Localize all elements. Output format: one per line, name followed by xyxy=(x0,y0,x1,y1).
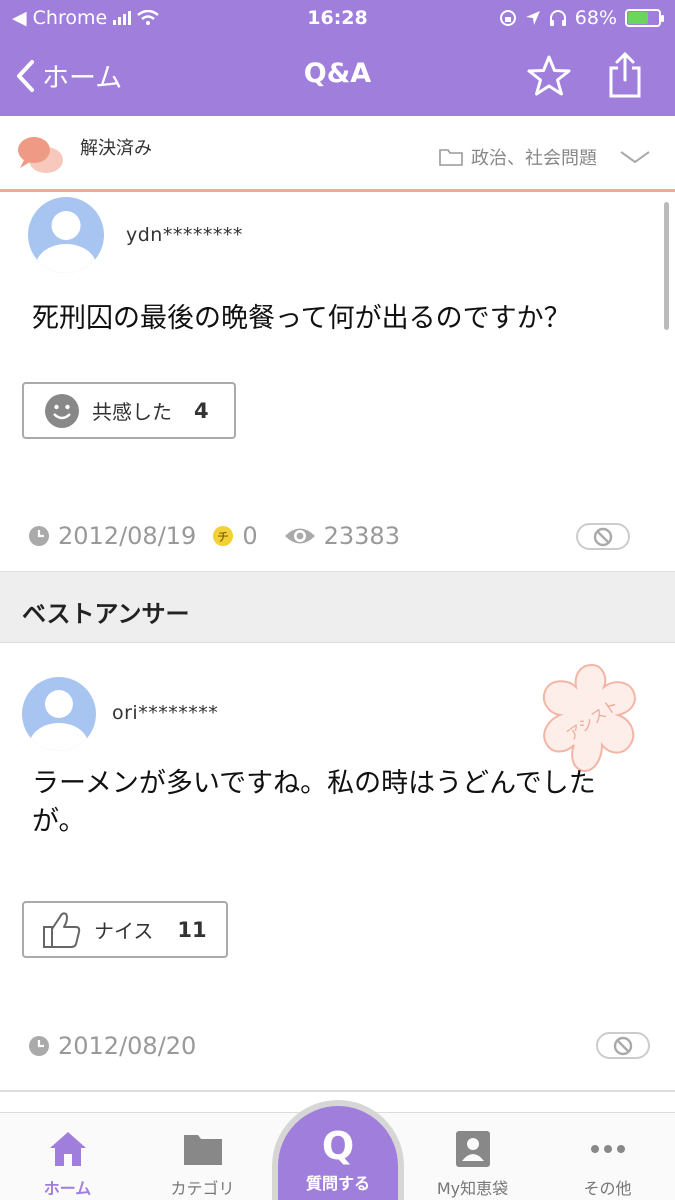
orientation-lock-icon xyxy=(499,10,516,26)
chevron-down-icon xyxy=(620,151,650,164)
tab-home[interactable]: ホーム xyxy=(0,1113,135,1200)
empathy-label: 共感した xyxy=(92,400,172,424)
q-icon: Q xyxy=(321,1124,355,1168)
thumbs-up-icon xyxy=(43,911,81,948)
more-dots-icon xyxy=(590,1145,625,1153)
report-button[interactable] xyxy=(596,1032,650,1059)
chat-bubbles-icon xyxy=(18,137,63,173)
category-label: 政治、社会問題 xyxy=(471,148,597,169)
question-meta: 2012/08/19 チ 0 23383 xyxy=(28,522,400,550)
battery-fill xyxy=(628,12,649,24)
answer-text: ラーメンが多いですね。私の時はうどんでしたが。 xyxy=(32,768,596,837)
empathy-count: 4 xyxy=(194,398,209,423)
asker-avatar[interactable] xyxy=(28,197,104,273)
nice-count: 11 xyxy=(177,917,207,942)
tab-other-label: その他 xyxy=(583,1179,632,1198)
svg-text:チ: チ xyxy=(217,530,229,544)
question-text: 死刑囚の最後の晩餐って何が出るのですか？ xyxy=(32,303,571,334)
star-icon[interactable] xyxy=(527,54,571,98)
clock-icon xyxy=(29,1036,49,1056)
tab-home-label: ホーム xyxy=(43,1179,92,1198)
view-count: 23383 xyxy=(323,522,400,550)
tab-category[interactable]: カテゴリ xyxy=(135,1113,270,1200)
nice-button[interactable]: ナイス 11 xyxy=(22,901,228,958)
assist-stamp-icon: アシスト xyxy=(542,663,636,773)
clock-icon xyxy=(29,526,49,546)
question-date: 2012/08/19 xyxy=(58,522,197,550)
report-button[interactable] xyxy=(576,523,630,550)
smiley-icon xyxy=(45,393,79,428)
best-answer-header: ベストアンサー xyxy=(0,571,675,643)
best-answer-label: ベストアンサー xyxy=(22,600,190,628)
folder-icon xyxy=(183,1135,222,1165)
status-bar: ◀ Chrome 16:28 68% xyxy=(0,0,675,38)
folder-icon xyxy=(439,149,463,166)
tab-other[interactable]: その他 xyxy=(540,1113,675,1200)
asker-username[interactable]: ydn******** xyxy=(126,224,243,246)
nice-label: ナイス xyxy=(94,919,154,943)
battery-icon xyxy=(625,9,664,27)
app-header: ◀ Chrome 16:28 68% ホーム Q&A xyxy=(0,0,675,116)
answer-meta: 2012/08/20 xyxy=(28,1032,196,1060)
empathy-button[interactable]: 共感した 4 xyxy=(22,382,236,439)
block-icon xyxy=(613,1036,633,1055)
home-icon xyxy=(49,1132,86,1166)
coin-icon: チ xyxy=(213,526,234,546)
location-icon xyxy=(525,11,540,25)
ask-question-label: 質問する xyxy=(305,1174,370,1193)
share-icon[interactable] xyxy=(605,50,645,100)
profile-card-icon xyxy=(455,1131,490,1167)
scrollbar[interactable] xyxy=(664,202,669,330)
tab-mybag[interactable]: My知恵袋 xyxy=(405,1113,540,1200)
block-icon xyxy=(593,527,613,546)
section-divider xyxy=(0,1090,675,1092)
tab-mybag-label: My知恵袋 xyxy=(436,1179,509,1198)
answerer-avatar[interactable] xyxy=(22,677,96,751)
category-selector[interactable]: 政治、社会問題 xyxy=(439,144,651,170)
answer-date: 2012/08/20 xyxy=(58,1032,197,1060)
answerer-username[interactable]: ori******** xyxy=(112,702,218,724)
tab-category-label: カテゴリ xyxy=(170,1179,235,1198)
coin-count: 0 xyxy=(242,522,258,550)
eye-icon xyxy=(284,528,315,544)
question-status-row: 解決済み 政治、社会問題 xyxy=(0,116,675,192)
status-right: 68% xyxy=(499,7,664,29)
headphones-icon xyxy=(549,10,566,26)
nav-bar: ホーム Q&A xyxy=(0,44,675,108)
resolved-label: 解決済み xyxy=(80,138,152,159)
page-title: Q&A xyxy=(303,58,372,89)
battery-percent: 68% xyxy=(574,7,617,29)
